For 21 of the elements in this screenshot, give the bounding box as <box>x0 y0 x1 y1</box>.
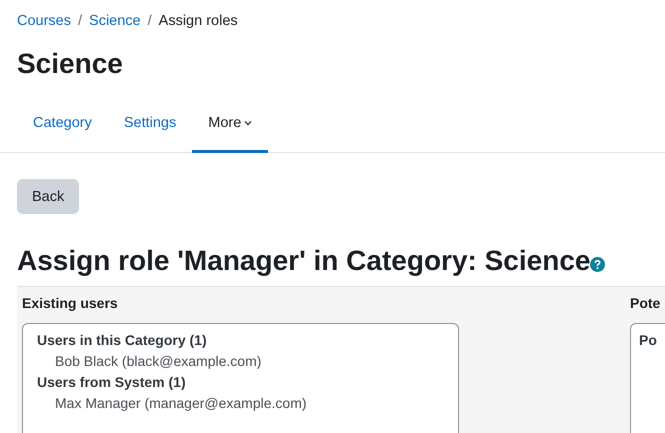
breadcrumb-current: Assign roles <box>158 13 238 29</box>
user-option[interactable]: Max Manager (manager@example.com) <box>37 393 444 414</box>
nav-tab[interactable]: Category <box>17 95 108 153</box>
group-label: Users from System (1) <box>37 373 187 392</box>
nav-tab[interactable]: Settings <box>108 95 192 153</box>
user-list-box[interactable]: Po <box>630 323 665 433</box>
group-label: Users in this Category (1) <box>37 331 208 350</box>
user-list-box[interactable]: Users in this Category (1) Bob Black (black@example.com) Users from System (1) Max Manager (manager@example.com) <box>22 323 459 433</box>
breadcrumb-separator: / <box>78 13 82 29</box>
help-icon[interactable] <box>590 257 606 272</box>
nav-tab[interactable]: More <box>192 95 268 153</box>
section-heading: Pote <box>630 295 662 311</box>
section-heading: Existing users <box>22 295 119 311</box>
page-title: Science <box>17 47 124 81</box>
group-label: Po <box>639 331 658 350</box>
section-title: Assign role 'Manager' in Category: Science <box>17 244 590 278</box>
breadcrumb-separator: / <box>148 13 152 29</box>
back-button[interactable]: Back <box>17 179 80 214</box>
breadcrumb-link[interactable]: Science <box>89 13 141 29</box>
user-option[interactable]: Bob Black (black@example.com) <box>37 351 444 372</box>
breadcrumb-link[interactable]: Courses <box>17 13 71 29</box>
